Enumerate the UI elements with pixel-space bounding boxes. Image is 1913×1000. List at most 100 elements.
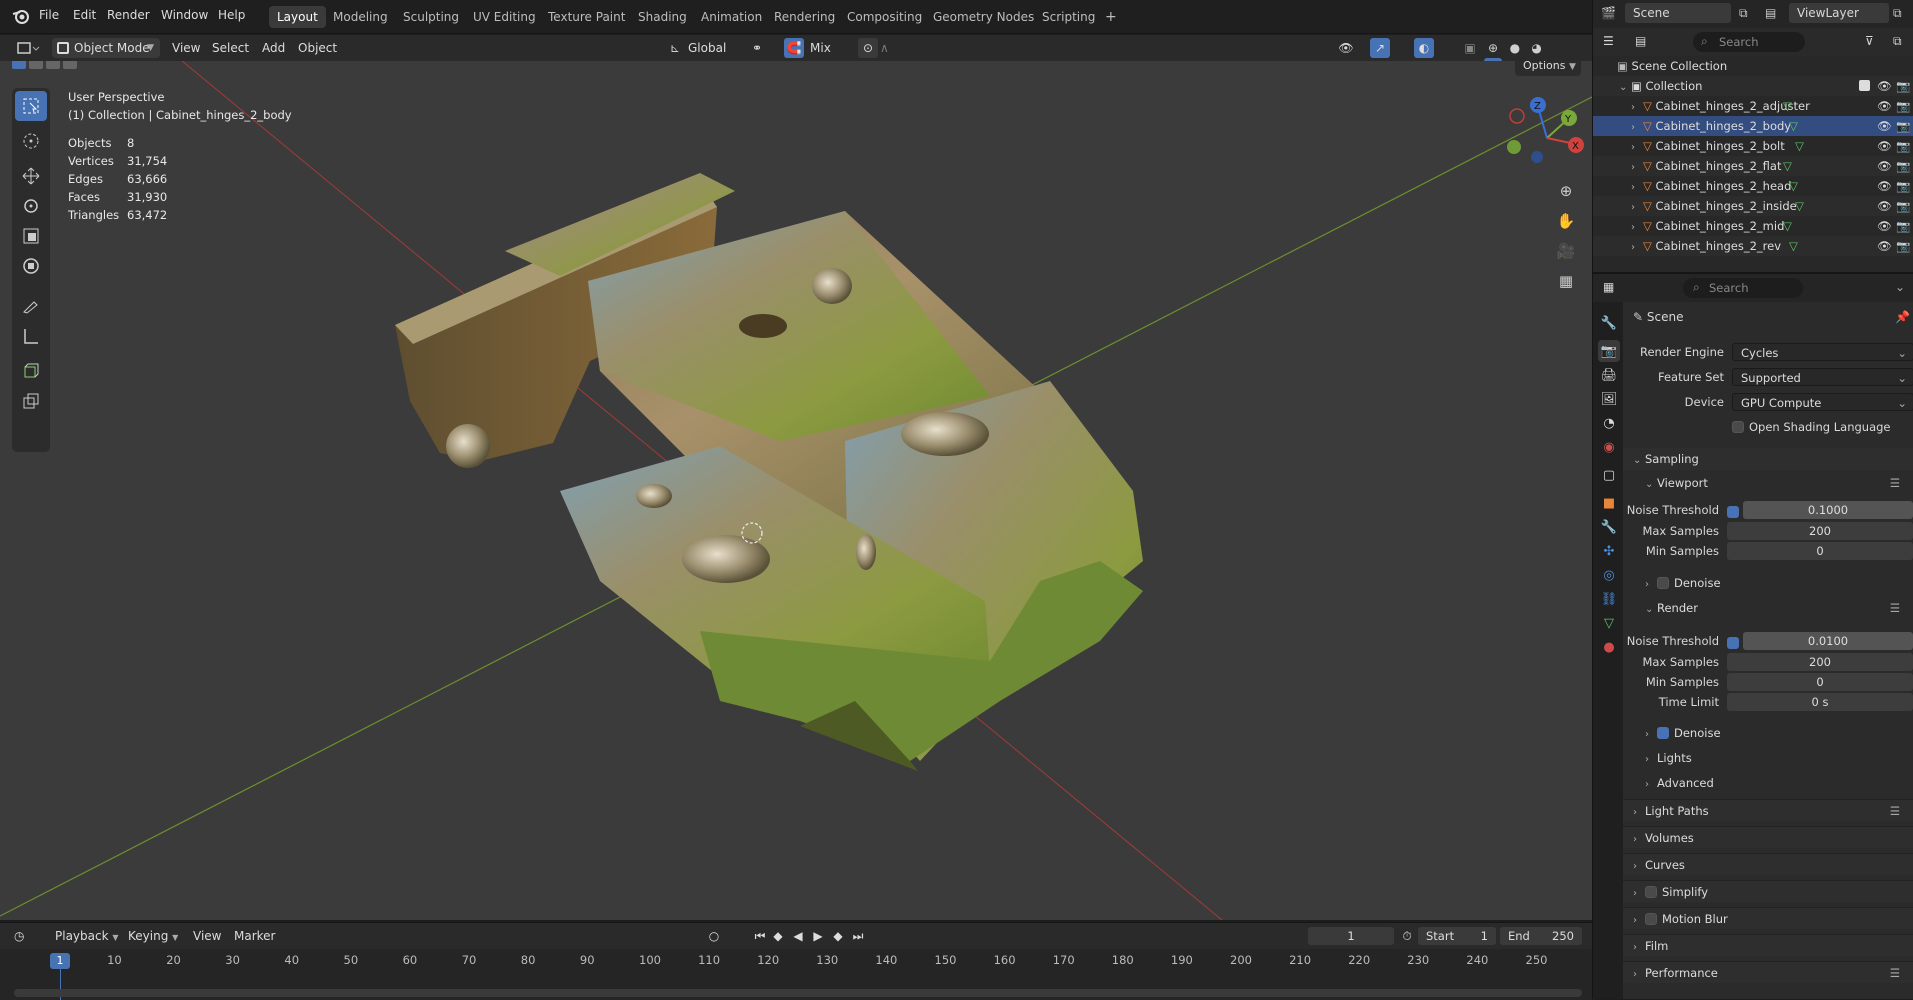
tab-modeling[interactable]: Modeling — [325, 6, 396, 28]
playhead[interactable]: 1 — [50, 953, 70, 969]
scale-tool-icon[interactable] — [15, 221, 47, 251]
timeline-editor-type-icon[interactable]: ◷ — [14, 926, 40, 946]
zoom-icon[interactable]: ⊕ — [1552, 177, 1580, 205]
perspective-toggle-icon[interactable]: ▦ — [1552, 267, 1580, 295]
chevron-down-icon[interactable]: ⌄ — [1895, 280, 1905, 294]
render-camera-icon[interactable]: 📷 — [1896, 96, 1910, 116]
mesh-data-icon[interactable]: ▽ — [1795, 136, 1804, 156]
viewport-min-samples-field[interactable]: 0 — [1727, 542, 1913, 560]
menu-edit[interactable]: Edit — [73, 8, 96, 22]
view-layer-tab-icon[interactable]: 🖼 — [1598, 388, 1620, 410]
performance-panel[interactable]: › Performance ☰ — [1623, 961, 1913, 983]
visibility-eye-icon[interactable]: 👁 — [1877, 216, 1892, 236]
simplify-panel[interactable]: › Simplify — [1623, 880, 1913, 902]
visibility-icon[interactable]: 👁 — [1334, 38, 1358, 58]
selection-mode-icons[interactable] — [12, 61, 82, 75]
annotate-tool-icon[interactable] — [15, 291, 47, 321]
motion-blur-panel[interactable]: › Motion Blur — [1623, 907, 1913, 929]
mesh-data-icon[interactable]: ▽ — [1789, 176, 1798, 196]
overlays-toggle-icon[interactable]: ◐ — [1414, 38, 1434, 58]
cursor-tool-icon[interactable] — [15, 126, 47, 156]
viewport-noise-threshold-checkbox[interactable] — [1727, 505, 1744, 519]
curves-panel[interactable]: › Curves — [1623, 853, 1913, 875]
outliner-scene-collection[interactable]: ▣ Scene Collection — [1593, 56, 1913, 76]
shading-modes[interactable]: ⊕ ● ◕ ◉ — [1484, 38, 1566, 78]
particles-tab-icon[interactable]: ✣ — [1598, 540, 1620, 562]
render-min-samples-field[interactable]: 0 — [1727, 673, 1913, 691]
transform-orientation-dropdown[interactable]: ⊾ Global — [668, 38, 738, 58]
chevron-right-icon[interactable]: › — [1631, 98, 1643, 118]
outliner-object-row[interactable]: › ▽ Cabinet_hinges_2_rev ▽ 👁 📷 — [1593, 236, 1913, 256]
transform-tool-icon[interactable] — [15, 251, 47, 281]
visibility-eye-icon[interactable]: 👁 — [1877, 176, 1892, 196]
chevron-right-icon[interactable]: › — [1631, 118, 1643, 138]
visibility-eye-icon[interactable]: 👁 — [1877, 76, 1892, 96]
advanced-subpanel[interactable]: › Advanced — [1623, 772, 1913, 794]
outliner-object-row[interactable]: › ▽ Cabinet_hinges_2_adjuster ▽ 👁 📷 — [1593, 96, 1913, 116]
add-workspace-button[interactable]: + — [1097, 6, 1125, 28]
world-tab-icon[interactable]: ◉ — [1598, 436, 1620, 458]
menu-window[interactable]: Window — [161, 8, 208, 22]
select-new-icon[interactable] — [12, 61, 26, 69]
tl-menu-playback[interactable]: Playback ▼ — [55, 926, 119, 946]
jump-end-icon[interactable]: ⏭ — [850, 926, 866, 946]
outliner-object-row[interactable]: › ▽ Cabinet_hinges_2_body ▽ 👁 📷 — [1593, 116, 1913, 136]
outliner-object-row[interactable]: › ▽ Cabinet_hinges_2_flat ▽ 👁 📷 — [1593, 156, 1913, 176]
timeline-scrollbar[interactable] — [14, 989, 1582, 997]
visibility-eye-icon[interactable]: 👁 — [1877, 116, 1892, 136]
chevron-right-icon[interactable]: › — [1631, 198, 1643, 218]
feature-set-dropdown[interactable]: Supported ⌄ — [1732, 368, 1913, 386]
gizmo-toggle-icon[interactable]: ↗ — [1370, 38, 1390, 58]
start-frame-field[interactable]: Start 1 — [1418, 927, 1496, 945]
render-camera-icon[interactable]: 📷 — [1896, 176, 1910, 196]
tl-menu-view[interactable]: View — [193, 926, 221, 946]
vp-menu-view[interactable]: View — [172, 38, 200, 58]
visibility-eye-icon[interactable]: 👁 — [1877, 96, 1892, 116]
data-tab-icon[interactable]: ▽ — [1598, 612, 1620, 634]
scene-name-field[interactable]: Scene — [1625, 3, 1731, 23]
viewport-max-samples-field[interactable]: 200 — [1727, 522, 1913, 540]
material-tab-icon[interactable]: ● — [1598, 636, 1620, 658]
tab-layout[interactable]: Layout — [269, 6, 326, 28]
end-frame-field[interactable]: End 250 — [1500, 927, 1582, 945]
outliner-object-row[interactable]: › ▽ Cabinet_hinges_2_bolt ▽ 👁 📷 — [1593, 136, 1913, 156]
render-camera-icon[interactable]: 📷 — [1896, 136, 1910, 156]
camera-view-icon[interactable]: 🎥 — [1552, 237, 1580, 265]
render-camera-icon[interactable]: 📷 — [1896, 236, 1910, 256]
visibility-eye-icon[interactable]: 👁 — [1877, 236, 1892, 256]
next-keyframe-icon[interactable]: ◆ — [830, 926, 846, 946]
mesh-data-icon[interactable]: ▽ — [1789, 116, 1798, 136]
3d-viewport[interactable]: User Perspective (1) Collection | Cabine… — [0, 61, 1592, 920]
viewport-noise-threshold-field[interactable]: 0.1000 — [1743, 501, 1913, 519]
osl-checkbox[interactable]: Open Shading Language — [1732, 420, 1891, 434]
select-intersect-icon[interactable] — [63, 61, 77, 69]
prev-keyframe-icon[interactable]: ◆ — [770, 926, 786, 946]
options-dropdown[interactable]: Options ▼ — [1515, 61, 1581, 76]
select-subtract-icon[interactable] — [46, 61, 60, 69]
physics-tab-icon[interactable]: ◎ — [1598, 564, 1620, 586]
render-tab-icon[interactable]: 📷 — [1598, 340, 1620, 362]
editor-type-icon[interactable] — [14, 38, 40, 58]
chevron-right-icon[interactable]: › — [1631, 138, 1643, 158]
new-view-layer-icon[interactable]: ⧉ — [1893, 6, 1902, 21]
mesh-data-icon[interactable]: ▽ — [1783, 96, 1792, 116]
chevron-right-icon[interactable]: › — [1631, 178, 1643, 198]
film-panel[interactable]: › Film — [1623, 934, 1913, 956]
render-noise-threshold-checkbox[interactable] — [1727, 636, 1744, 650]
tool-tab-icon[interactable]: 🔧 — [1598, 312, 1620, 334]
properties-editor-icon[interactable]: ▦ — [1603, 280, 1614, 294]
timeline-ruler[interactable]: 1 10 20 30 40 50 60 70 80 90 100 110 120 130 140 150 16… — [0, 949, 1592, 1000]
display-mode-icon[interactable]: ▤ — [1635, 34, 1646, 48]
menu-file[interactable]: File — [39, 8, 59, 22]
menu-render[interactable]: Render — [107, 8, 150, 22]
outliner-collection[interactable]: ⌄ ▣ Collection 👁 📷 — [1593, 76, 1913, 96]
modifier-tab-icon[interactable]: 🔧 — [1598, 516, 1620, 538]
select-extend-icon[interactable] — [29, 61, 43, 69]
proportional-edit-icon[interactable]: ⊙ — [858, 38, 878, 58]
scene-tab-icon[interactable]: ◔ — [1598, 412, 1620, 434]
move-tool-icon[interactable] — [15, 161, 47, 191]
render-camera-icon[interactable]: 📷 — [1896, 196, 1910, 216]
volumes-panel[interactable]: › Volumes — [1623, 826, 1913, 848]
constraints-tab-icon[interactable]: ⛓ — [1598, 588, 1620, 610]
navigation-gizmo[interactable]: Z Y X — [1500, 91, 1592, 181]
